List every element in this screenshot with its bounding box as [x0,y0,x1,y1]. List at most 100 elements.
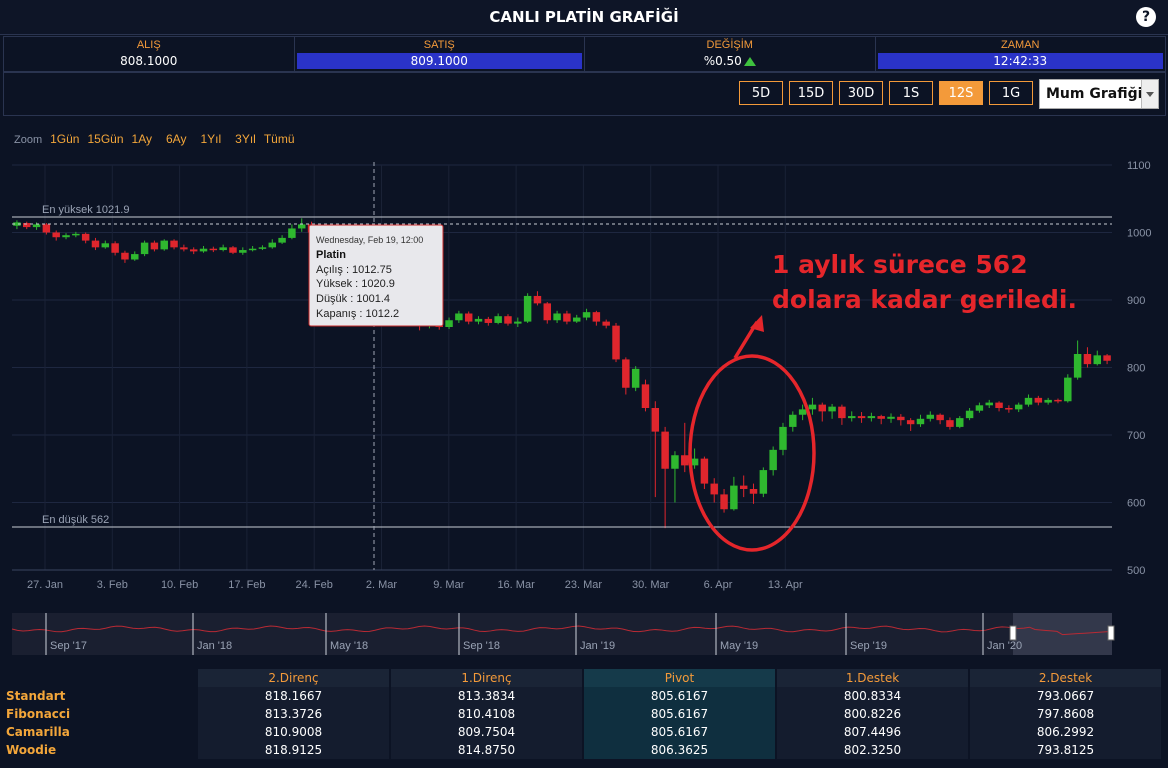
zoom-3yil[interactable]: 3Yıl [235,132,256,146]
range-button-5d[interactable]: 5D [739,81,783,105]
cell: 802.3250 [777,741,968,759]
candle [1083,347,1092,368]
navigator-handle-left[interactable] [1009,625,1017,641]
candle [1034,395,1043,406]
candle [523,293,532,323]
candle [52,230,60,241]
cell: 805.6167 [584,705,775,723]
candle [739,475,748,498]
table-row: Fibonacci 813.3726 810.4108 805.6167 800… [0,705,1168,723]
candle [946,417,954,430]
navigator-handle-right[interactable] [1107,625,1115,641]
navigator-label: Jan '20 [987,640,1022,652]
price-chart[interactable]: 27. Jan 3. Feb 10. Feb 17. Feb 24. Feb 2. Mar… [0,150,1168,660]
zoom-tumu[interactable]: Tümü [264,132,295,146]
candle [553,310,561,323]
tooltip-name: Platin [316,249,346,261]
candle [1054,398,1062,404]
x-tick-label: 3. Feb [97,579,128,591]
candle [857,412,866,423]
cell: 813.3834 [391,687,582,705]
candle [474,316,483,325]
zoom-6ay[interactable]: 6Ay [166,132,186,146]
tooltip: Wednesday, Feb 19, 12:00 Platin Açılış :… [308,224,444,327]
candle [101,240,110,249]
candle [268,239,276,249]
candle [131,251,139,261]
candle [150,240,159,252]
chart-toolbar: 5D 15D 30D 1S 12S 1G Mum Grafiği [3,72,1166,116]
chevron-down-icon[interactable] [1141,80,1158,108]
pivot-header-r1: 1.Direnç [391,669,582,687]
range-button-30d[interactable]: 30D [839,81,883,105]
candle [661,426,669,529]
page-title: CANLI PLATİN GRAFİĞİ [489,8,679,26]
candle [1093,350,1101,366]
cell: 793.0667 [970,687,1161,705]
candle [62,233,70,240]
candle [602,319,610,329]
navigator-label: Sep '18 [463,640,500,652]
max-label: En yüksek 1021.9 [42,204,129,216]
candle [189,247,198,255]
y-tick-label: 1100 [1127,160,1151,172]
help-icon[interactable]: ? [1136,7,1156,27]
navigator[interactable]: Sep '17 Jan '18 May '18 Sep '18 Jan '19 May '… [11,613,1115,655]
change-cell: DEĞİŞİM %0.50 [585,37,876,71]
candle [720,489,728,513]
candle [985,399,993,408]
tooltip-open: Açılış : 1012.75 [316,264,392,276]
x-tick-label: 16. Mar [497,579,535,591]
chart-type-select[interactable]: Mum Grafiği [1039,79,1159,109]
annotation-line1: 1 aylık sürece 562 [772,250,1028,279]
candle [504,314,512,326]
navigator-label: May '18 [330,640,368,652]
bid-value: 808.1000 [120,54,178,68]
candle [641,379,650,412]
candle [818,402,826,422]
x-tick-label: 30. Mar [632,579,670,591]
chart-grid [12,164,1112,571]
zoom-1yil[interactable]: 1Yıl [200,132,221,146]
candle [582,308,591,321]
cell: 800.8334 [777,687,968,705]
min-label: En düşük 562 [42,514,109,526]
zoom-1gun[interactable]: 1Gün [50,132,79,146]
candle [906,418,915,431]
cell: 810.4108 [391,705,582,723]
table-row: Standart 818.1667 813.3834 805.6167 800.… [0,687,1168,705]
candle [1103,354,1111,365]
candle [160,239,168,251]
candle [455,310,463,323]
zoom-15gun[interactable]: 15Gün [87,132,123,146]
candle [219,244,227,252]
annotation: 1 aylık sürece 562 dolara kadar geriledi… [688,250,1077,552]
candle [622,357,630,395]
change-value: %0.50 [703,54,742,68]
pivot-header-s2: 2.Destek [970,669,1161,687]
candle [91,237,100,251]
cell: 818.1667 [198,687,389,705]
navigator-window[interactable] [1013,613,1112,655]
change-label: DEĞİŞİM [706,39,753,51]
up-arrow-icon [743,57,756,66]
x-tick-label: 6. Apr [704,579,733,591]
candle [248,246,257,252]
range-button-1s[interactable]: 1S [889,81,933,105]
navigator-label: Jan '19 [580,640,615,652]
pivot-header-pivot: Pivot [584,669,775,687]
x-tick-label: 2. Mar [366,579,398,591]
title-bar: CANLI PLATİN GRAFİĞİ ? [0,0,1168,35]
range-button-15d[interactable]: 15D [789,81,833,105]
candle [170,239,178,250]
zoom-1ay[interactable]: 1Ay [132,132,152,146]
candle [887,413,895,423]
candle [278,235,286,244]
y-axis-labels: 500 600 700 800 900 1000 1100 [1127,160,1151,577]
range-button-1g[interactable]: 1G [989,81,1033,105]
range-button-12s[interactable]: 12S [939,81,983,105]
candle [1044,397,1052,405]
x-tick-label: 23. Mar [565,579,603,591]
ask-value: 809.1000 [296,53,582,69]
candle [789,411,797,432]
